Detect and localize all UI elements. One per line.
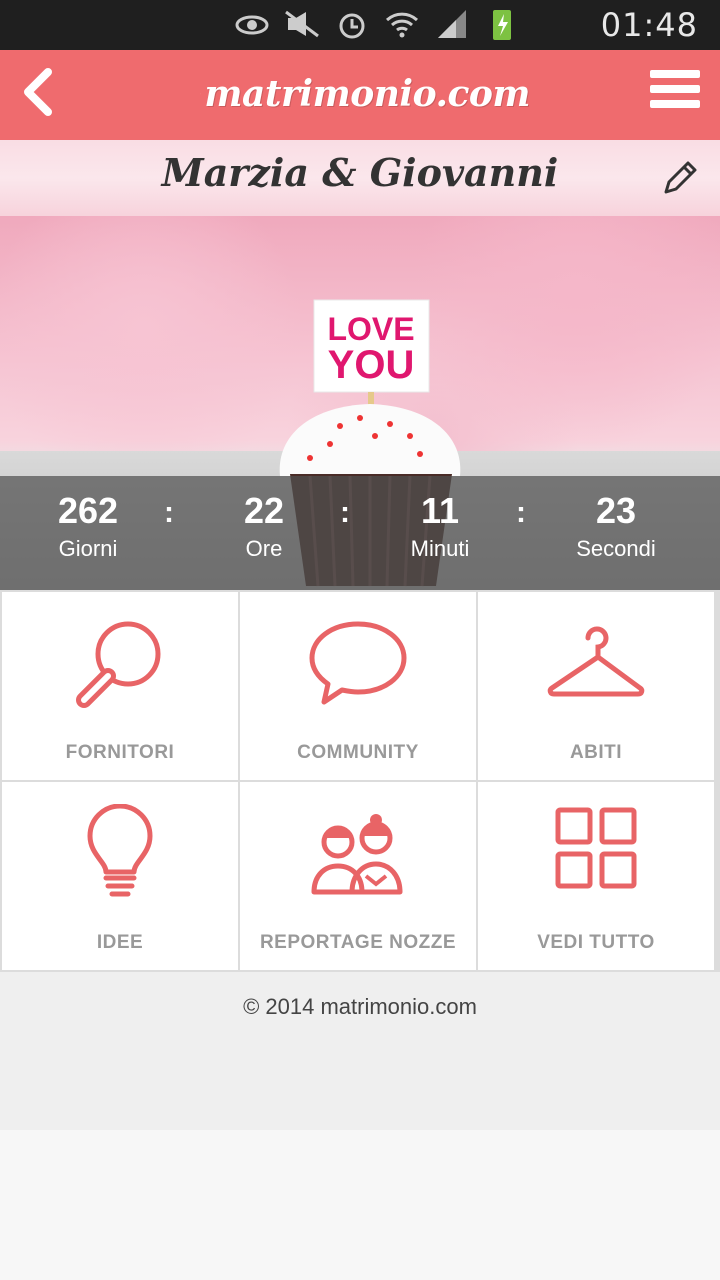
footer: © 2014 matrimonio.com — [0, 972, 720, 1130]
seconds-label: Secondi — [576, 536, 656, 561]
status-clock: 01:48 — [600, 6, 698, 44]
lightbulb-icon — [87, 804, 153, 897]
menu-button[interactable] — [650, 70, 700, 110]
hours-label: Ore — [245, 536, 283, 561]
signal-icon — [434, 8, 470, 40]
tile-label: ABITI — [569, 742, 623, 763]
status-bar: 01:48 — [0, 0, 720, 50]
hanger-icon — [547, 626, 645, 697]
wifi-icon — [384, 8, 420, 40]
countdown-separator: : — [340, 496, 350, 529]
app-header: matrimonio.com — [0, 50, 720, 140]
tile-reportage-nozze[interactable]: REPORTAGE NOZZE — [240, 782, 476, 970]
minutes-label: Minuti — [410, 536, 470, 561]
tile-fornitori[interactable]: FORNITORI — [2, 592, 238, 780]
tile-community[interactable]: COMMUNITY — [240, 592, 476, 780]
days-label: Giorni — [58, 536, 118, 561]
sign-text-you: YOU — [328, 343, 415, 387]
back-button[interactable] — [18, 64, 58, 124]
status-icons — [234, 8, 520, 40]
countdown-minutes: 11 Minuti — [360, 490, 520, 566]
page-background — [0, 1130, 720, 1280]
countdown-bar: 262 Giorni : 22 Ore : 11 Minuti : 23 Sec… — [0, 476, 720, 590]
tile-label: COMMUNITY — [297, 742, 419, 763]
tile-idee[interactable]: IDEE — [2, 782, 238, 970]
hours-value: 22 — [243, 490, 285, 531]
tile-label: REPORTAGE NOZZE — [259, 932, 457, 953]
tile-label: IDEE — [96, 932, 144, 953]
alarm-icon — [334, 8, 370, 40]
seconds-value: 23 — [595, 490, 637, 531]
days-value: 262 — [57, 490, 119, 531]
grid-icon — [555, 807, 637, 889]
minutes-value: 11 — [420, 490, 460, 531]
countdown-hours: 22 Ore — [184, 490, 344, 566]
countdown-separator: : — [164, 496, 174, 529]
sign-text-love: LOVE — [327, 311, 414, 347]
tile-label: VEDI TUTTO — [537, 932, 655, 953]
battery-icon — [484, 8, 520, 40]
couple-icon — [311, 814, 403, 895]
feature-grid: FORNITORI COMMUNITY ABITI IDEE REPORTAGE… — [0, 590, 720, 972]
countdown-separator: : — [516, 496, 526, 529]
hero-image: LOVE YOU 262 Giorni : 22 Ore : 11 Minuti… — [0, 216, 720, 590]
edit-button[interactable] — [660, 158, 700, 198]
logo-text: matrimonio.com — [204, 73, 530, 115]
countdown-seconds: 23 Secondi — [536, 490, 696, 566]
speech-bubble-icon — [309, 621, 407, 705]
chevron-left-icon — [24, 68, 52, 116]
copyright-text: © 2014 matrimonio.com — [243, 994, 477, 1019]
couple-bar: Marzia & Giovanni — [0, 140, 720, 216]
brand-logo[interactable]: matrimonio.com — [200, 58, 530, 130]
eye-icon — [234, 8, 270, 40]
tile-vedi-tutto[interactable]: VEDI TUTTO — [478, 782, 714, 970]
magnifier-icon — [76, 621, 161, 708]
tile-label: FORNITORI — [65, 742, 175, 763]
hamburger-icon — [650, 70, 700, 108]
couple-name: Marzia & Giovanni — [161, 150, 559, 195]
countdown-days: 262 Giorni — [8, 490, 168, 566]
pencil-icon — [664, 161, 697, 194]
mute-icon — [284, 8, 320, 40]
tile-abiti[interactable]: ABITI — [478, 592, 714, 780]
